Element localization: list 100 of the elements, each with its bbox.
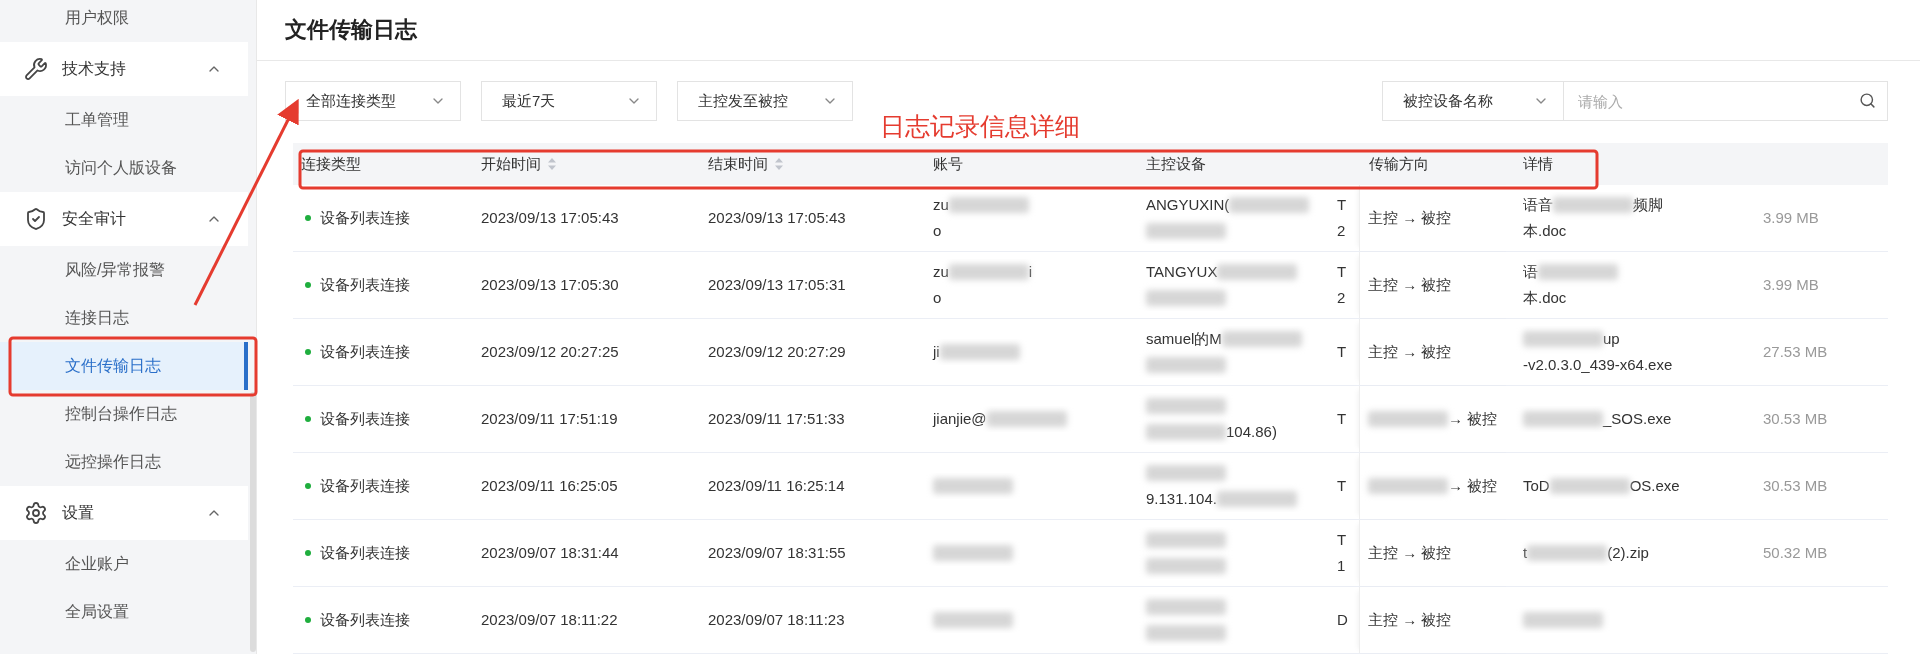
sidebar-group[interactable]: 设置: [0, 486, 248, 540]
sidebar-item[interactable]: 全局设置: [0, 588, 248, 636]
table-cell: 2023/09/07 18:31:55: [708, 544, 846, 561]
cell-text: → 被控: [1448, 476, 1498, 496]
file-size: 27.53 MB: [1762, 343, 1828, 360]
page-title: 文件传输日志: [285, 16, 417, 44]
cell-text: 主控 → 被控: [1368, 275, 1452, 295]
table-cell: 2023/09/12 20:27:25: [481, 343, 619, 360]
table-cell: 2023/09/07 18:11:22: [481, 611, 618, 628]
table-cell-text: T: [1337, 342, 1347, 362]
search-field-dropdown[interactable]: 被控设备名称: [1382, 81, 1564, 121]
cell-text: 9.131.104.: [1146, 489, 1217, 509]
status-dot: [305, 617, 311, 623]
sidebar-item[interactable]: 企业账户: [0, 540, 248, 588]
sort-icon[interactable]: [547, 157, 557, 171]
sidebar-item[interactable]: 工单管理: [0, 96, 248, 144]
cell-text: 104.86): [1226, 422, 1277, 442]
table-cell-text: T: [1337, 262, 1347, 282]
file-size: 30.53 MB: [1762, 410, 1828, 427]
table-cell-text: T: [1337, 409, 1347, 429]
cell-text: o: [933, 288, 942, 308]
cell-text: 主控 → 被控: [1368, 342, 1452, 362]
table-cell: 设备列表连接: [320, 275, 410, 295]
table-cell: 2023/09/11 17:51:33: [708, 410, 845, 427]
table-cell-text: T: [1337, 530, 1347, 550]
sidebar-item[interactable]: 连接日志: [0, 294, 248, 342]
table-cell: 2023/09/13 17:05:43: [481, 209, 619, 226]
sidebar-item[interactable]: 文件传输日志: [0, 342, 248, 390]
cell-text: (2).zip: [1607, 543, 1649, 563]
sort-icon[interactable]: [774, 157, 784, 171]
table-cell: 设备列表连接: [320, 610, 410, 630]
cell-text: i: [1028, 262, 1033, 282]
table-cell-text: T: [1337, 476, 1347, 496]
group-label: 设置: [62, 502, 95, 523]
cell-text: TANGYUX: [1146, 262, 1218, 282]
group-icon: [24, 501, 48, 525]
group-label: 安全审计: [62, 208, 127, 229]
column-header: 结束时间: [708, 154, 768, 174]
cell-text: ANGYUXIN(: [1146, 195, 1230, 215]
sidebar-group[interactable]: 技术支持: [0, 42, 248, 96]
file-size: 3.99 MB: [1762, 209, 1819, 226]
group-icon: [24, 207, 48, 231]
cell-text: o: [933, 221, 942, 241]
column-header: 连接类型: [301, 154, 361, 174]
file-size: 3.99 MB: [1762, 276, 1819, 293]
cell-text: 本.doc: [1523, 221, 1567, 241]
column-header: 详情: [1523, 154, 1553, 174]
cell-text: zu: [933, 262, 949, 282]
table-cell: 2023/09/11 17:51:19: [481, 410, 618, 427]
sidebar-item[interactable]: 风险/异常报警: [0, 246, 248, 294]
table-cell: 2023/09/13 17:05:43: [708, 209, 846, 226]
cell-text: ji: [933, 342, 940, 362]
cell-text: → 被控: [1448, 409, 1498, 429]
sidebar-item[interactable]: 用户权限: [0, 0, 248, 42]
table-cell: 设备列表连接: [320, 342, 410, 362]
cell-text: OS.exe: [1629, 476, 1680, 496]
filter-dropdown[interactable]: 最近7天: [481, 81, 657, 121]
search-field[interactable]: 请输入: [1564, 81, 1888, 121]
table-cell: 2023/09/07 18:11:23: [708, 611, 845, 628]
cell-text: 语: [1523, 262, 1538, 282]
cell-text: 主控 → 被控: [1368, 208, 1452, 228]
file-size: 50.32 MB: [1762, 544, 1828, 561]
status-dot: [305, 550, 311, 556]
cell-text: samuel的M: [1146, 329, 1222, 349]
sidebar-item[interactable]: 远控操作日志: [0, 438, 248, 486]
cell-text: 本.doc: [1523, 288, 1567, 308]
cell-text: t: [1523, 543, 1528, 563]
table-cell-text: 2: [1337, 221, 1346, 241]
sidebar-item[interactable]: 访问个人版设备: [0, 144, 248, 192]
scrollbar[interactable]: [250, 392, 256, 652]
column-header: 账号: [933, 154, 963, 174]
status-dot: [305, 416, 311, 422]
status-dot: [305, 215, 311, 221]
cell-text: 主控 → 被控: [1368, 610, 1452, 630]
sidebar-item[interactable]: 控制台操作日志: [0, 390, 248, 438]
annotation-label: 日志记录信息详细: [880, 111, 1080, 142]
cell-text: ToD: [1523, 476, 1550, 496]
cell-text: jianjie@: [933, 409, 987, 429]
table-cell: 设备列表连接: [320, 543, 410, 563]
table-cell: 设备列表连接: [320, 476, 410, 496]
table-cell: 2023/09/13 17:05:31: [708, 276, 846, 293]
table-cell-text: 1: [1337, 556, 1346, 576]
cell-text: up: [1603, 329, 1620, 349]
cell-text: _SOS.exe: [1603, 409, 1672, 429]
cell-text: zu: [933, 195, 949, 215]
filter-dropdown[interactable]: 全部连接类型: [285, 81, 461, 121]
filter-dropdown[interactable]: 主控发至被控: [677, 81, 853, 121]
cell-text: 语音: [1523, 195, 1553, 215]
status-dot: [305, 282, 311, 288]
status-dot: [305, 349, 311, 355]
column-header: 开始时间: [481, 154, 541, 174]
sidebar-group[interactable]: 安全审计: [0, 192, 248, 246]
table-cell-text: T: [1337, 195, 1347, 215]
column-header: 主控设备: [1146, 154, 1206, 174]
cell-text: -v2.0.3.0_439-x64.exe: [1523, 355, 1673, 375]
table-cell: 设备列表连接: [320, 208, 410, 228]
search-icon[interactable]: [1859, 92, 1876, 109]
file-size: 30.53 MB: [1762, 477, 1828, 494]
table-cell: 2023/09/07 18:31:44: [481, 544, 619, 561]
table-cell-text: 2: [1337, 288, 1346, 308]
